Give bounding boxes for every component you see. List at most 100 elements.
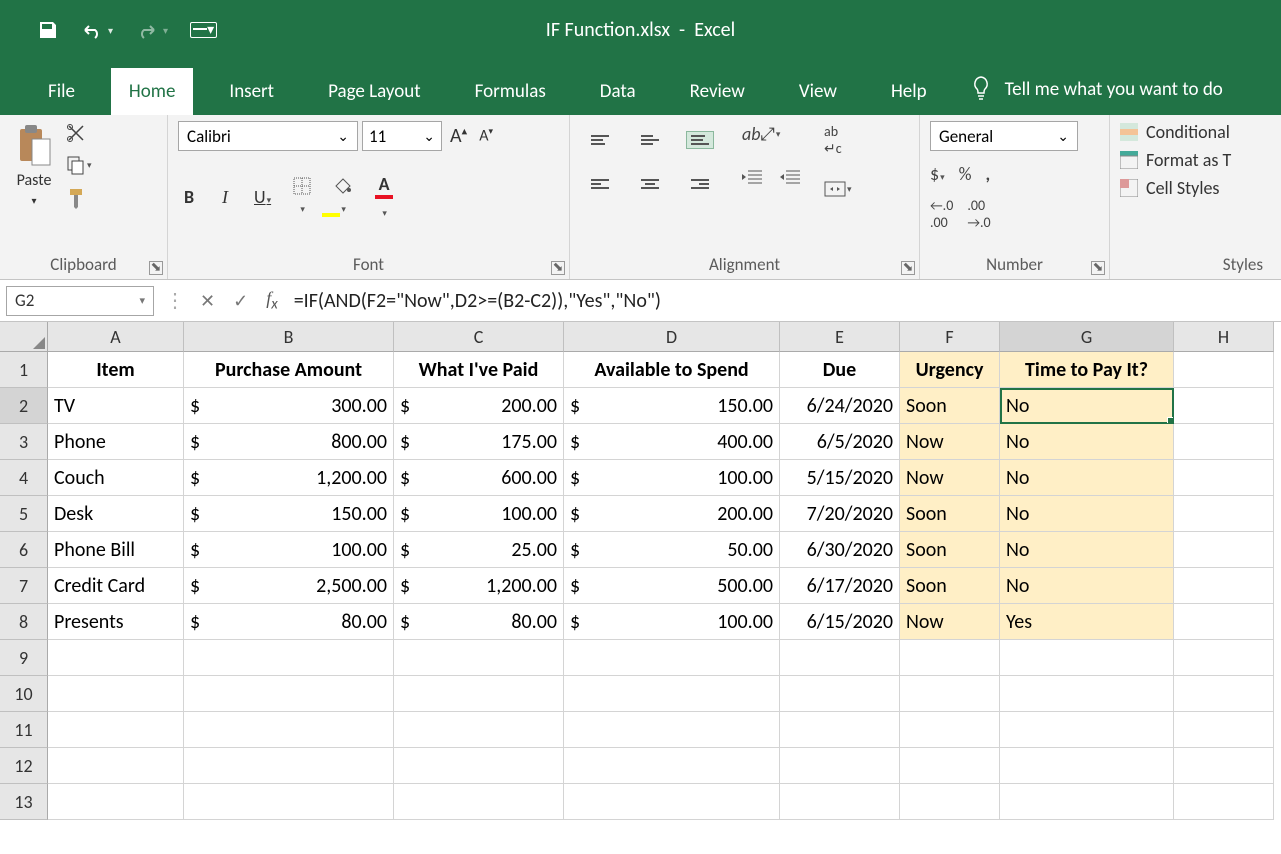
comma-format-button[interactable]: , bbox=[986, 163, 991, 185]
paste-button[interactable]: Paste ▾ bbox=[10, 121, 58, 209]
bold-button[interactable]: B bbox=[178, 184, 200, 210]
fx-button[interactable]: fx bbox=[258, 288, 286, 314]
tab-view[interactable]: View bbox=[781, 68, 855, 115]
col-header-G[interactable]: G bbox=[1000, 322, 1174, 352]
align-right-button[interactable] bbox=[691, 179, 709, 189]
cell[interactable] bbox=[1000, 640, 1174, 676]
cell[interactable]: No bbox=[1000, 532, 1174, 568]
increase-decimal-button[interactable]: ←.0.00 bbox=[930, 197, 953, 231]
cell[interactable]: Soon bbox=[900, 568, 1000, 604]
number-launcher[interactable]: ⬊ bbox=[1091, 261, 1105, 275]
cell[interactable]: No bbox=[1000, 460, 1174, 496]
cell[interactable] bbox=[564, 784, 780, 820]
borders-button[interactable]: ▾ bbox=[289, 175, 315, 219]
col-header-D[interactable]: D bbox=[564, 322, 780, 352]
cell[interactable]: Phone Bill bbox=[48, 532, 184, 568]
fill-color-button[interactable]: ▾ bbox=[329, 175, 357, 219]
row-header-4[interactable]: 4 bbox=[0, 460, 48, 496]
cell[interactable] bbox=[1174, 784, 1274, 820]
increase-font-button[interactable]: A▴ bbox=[446, 122, 471, 150]
cell[interactable] bbox=[394, 784, 564, 820]
tab-home[interactable]: Home bbox=[111, 68, 194, 115]
cell[interactable]: No bbox=[1000, 496, 1174, 532]
cell[interactable]: $150.00 bbox=[564, 388, 780, 424]
cell[interactable] bbox=[1174, 352, 1274, 388]
row-header-6[interactable]: 6 bbox=[0, 532, 48, 568]
cell[interactable]: TV bbox=[48, 388, 184, 424]
cell[interactable] bbox=[1174, 604, 1274, 640]
cell[interactable] bbox=[780, 676, 900, 712]
format-as-table-button[interactable]: Format as T bbox=[1120, 149, 1271, 171]
cell[interactable]: What I've Paid bbox=[394, 352, 564, 388]
decrease-indent-button[interactable] bbox=[740, 167, 764, 187]
cell[interactable]: $100.00 bbox=[184, 532, 394, 568]
cell[interactable]: $200.00 bbox=[564, 496, 780, 532]
cell[interactable]: 6/17/2020 bbox=[780, 568, 900, 604]
cell[interactable] bbox=[48, 712, 184, 748]
cell[interactable] bbox=[394, 676, 564, 712]
row-header-7[interactable]: 7 bbox=[0, 568, 48, 604]
cell[interactable]: Soon bbox=[900, 532, 1000, 568]
cell[interactable]: Available to Spend bbox=[564, 352, 780, 388]
align-bottom-button[interactable] bbox=[686, 131, 714, 149]
name-box[interactable]: G2▾ bbox=[6, 286, 154, 316]
col-header-H[interactable]: H bbox=[1174, 322, 1274, 352]
col-header-C[interactable]: C bbox=[394, 322, 564, 352]
cell[interactable]: $25.00 bbox=[394, 532, 564, 568]
row-header-13[interactable]: 13 bbox=[0, 784, 48, 820]
row-header-12[interactable]: 12 bbox=[0, 748, 48, 784]
cell[interactable] bbox=[48, 676, 184, 712]
row-header-8[interactable]: 8 bbox=[0, 604, 48, 640]
cell[interactable]: $100.00 bbox=[564, 604, 780, 640]
cell[interactable] bbox=[900, 712, 1000, 748]
cell[interactable]: Time to Pay It? bbox=[1000, 352, 1174, 388]
cell[interactable] bbox=[564, 712, 780, 748]
cell-styles-button[interactable]: Cell Styles bbox=[1120, 177, 1271, 199]
cell[interactable]: Now bbox=[900, 460, 1000, 496]
cell[interactable] bbox=[48, 748, 184, 784]
tab-data[interactable]: Data bbox=[582, 68, 654, 115]
cell[interactable] bbox=[394, 640, 564, 676]
cell[interactable]: $150.00 bbox=[184, 496, 394, 532]
col-header-E[interactable]: E bbox=[780, 322, 900, 352]
cell[interactable] bbox=[1174, 676, 1274, 712]
cell[interactable] bbox=[184, 712, 394, 748]
cancel-formula-button[interactable]: ✕ bbox=[200, 290, 215, 312]
cell[interactable] bbox=[394, 748, 564, 784]
cell[interactable]: $300.00 bbox=[184, 388, 394, 424]
cell[interactable] bbox=[1000, 784, 1174, 820]
align-middle-button[interactable] bbox=[641, 135, 659, 145]
cell[interactable] bbox=[1174, 424, 1274, 460]
enter-formula-button[interactable]: ✓ bbox=[233, 290, 248, 312]
tell-me-search[interactable]: Tell me what you want to do bbox=[963, 63, 1231, 115]
col-header-A[interactable]: A bbox=[48, 322, 184, 352]
cell[interactable] bbox=[900, 676, 1000, 712]
save-icon[interactable] bbox=[38, 20, 58, 40]
formula-input[interactable]: =IF(AND(F2="Now",D2>=(B2-C2)),"Yes","No"… bbox=[286, 289, 1281, 313]
cell[interactable]: Presents bbox=[48, 604, 184, 640]
cell[interactable] bbox=[1174, 568, 1274, 604]
cell[interactable]: Purchase Amount bbox=[184, 352, 394, 388]
cell[interactable]: $400.00 bbox=[564, 424, 780, 460]
col-header-B[interactable]: B bbox=[184, 322, 394, 352]
cell[interactable] bbox=[184, 748, 394, 784]
cell[interactable] bbox=[564, 748, 780, 784]
row-header-1[interactable]: 1 bbox=[0, 352, 48, 388]
cell[interactable]: $175.00 bbox=[394, 424, 564, 460]
cell[interactable] bbox=[184, 640, 394, 676]
conditional-formatting-button[interactable]: Conditional bbox=[1120, 121, 1271, 143]
font-name-selector[interactable]: Calibri⌄ bbox=[178, 121, 358, 151]
accounting-format-button[interactable]: $▾ bbox=[930, 163, 945, 185]
cell[interactable]: $2,500.00 bbox=[184, 568, 394, 604]
cell[interactable]: $600.00 bbox=[394, 460, 564, 496]
cell[interactable] bbox=[564, 640, 780, 676]
italic-button[interactable]: I bbox=[214, 185, 236, 210]
cell[interactable] bbox=[1174, 460, 1274, 496]
cell[interactable]: Soon bbox=[900, 388, 1000, 424]
percent-format-button[interactable]: % bbox=[959, 163, 972, 185]
cell[interactable] bbox=[394, 712, 564, 748]
row-header-11[interactable]: 11 bbox=[0, 712, 48, 748]
align-top-button[interactable] bbox=[591, 135, 609, 145]
cell[interactable]: 6/5/2020 bbox=[780, 424, 900, 460]
number-format-selector[interactable]: General⌄ bbox=[930, 121, 1078, 151]
